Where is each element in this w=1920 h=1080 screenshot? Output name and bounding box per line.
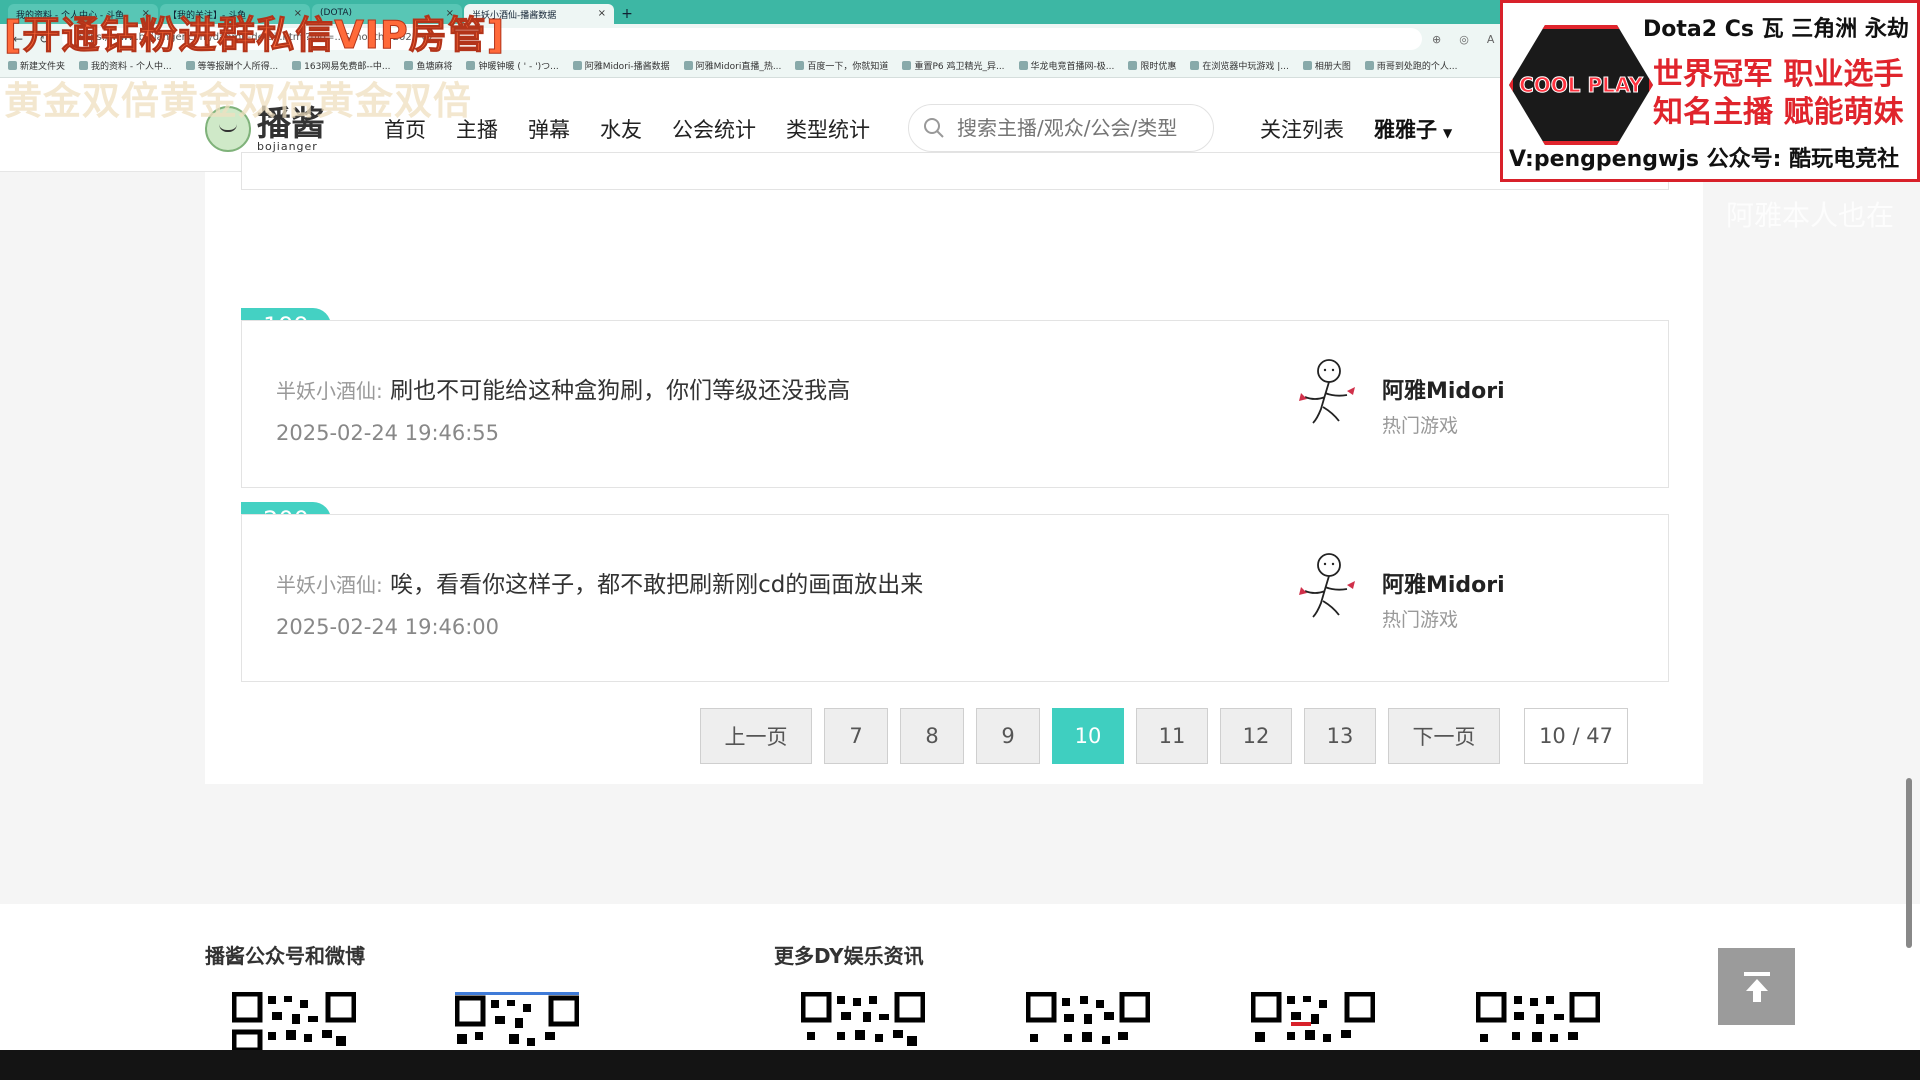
extension-icon[interactable]: ◎ — [1459, 33, 1469, 46]
site-icon — [683, 61, 693, 70]
pagination: 上一页 7 8 9 10 11 12 13 下一页 10 / 47 — [700, 708, 1628, 764]
bookmark-item[interactable]: 钟暖钟暖 ( ' - ')つ... — [466, 59, 559, 72]
page-button[interactable]: 8 — [900, 708, 964, 764]
message-time: 2025-02-24 19:46:00 — [276, 615, 500, 639]
site-icon — [1364, 61, 1374, 70]
streamer-category: 热门游戏 — [1382, 415, 1459, 437]
site-icon — [466, 61, 476, 70]
folder-icon — [8, 61, 17, 70]
site-icon — [902, 61, 912, 70]
taskbar-strip — [0, 1050, 1920, 1080]
close-icon[interactable]: × — [598, 8, 606, 20]
site-icon — [404, 61, 414, 70]
bookmark-item[interactable]: 阿雅Midori直播_热... — [683, 59, 781, 72]
site-icon — [1018, 61, 1028, 70]
bookmark-item[interactable]: 限时优惠 — [1128, 59, 1176, 72]
qr-code-icon — [801, 992, 925, 1046]
username: 雅雅子 — [1374, 118, 1437, 142]
site-icon — [292, 61, 302, 70]
list-item: 半妖小酒仙: 刷也不可能给这种盒狗刷，你们等级还没我高 2025-02-24 1… — [241, 320, 1669, 488]
read-aloud-icon[interactable]: A — [1487, 33, 1495, 46]
danmu-list: 199 半妖小酒仙: 刷也不可能给这种盒狗刷，你们等级还没我高 2025-02-… — [205, 152, 1703, 784]
back-to-top-button[interactable] — [1718, 948, 1795, 1025]
page-button[interactable]: 9 — [976, 708, 1040, 764]
bookmark-item[interactable]: 相册大图 — [1302, 59, 1351, 72]
list-item: 半妖小酒仙: 唉，看看你这样子，都不敢把刷新刚cd的画面放出来 2025-02-… — [241, 514, 1669, 682]
promo-contact: V:pengpengwjs 公众号: 酷玩电竞社 — [1509, 147, 1900, 172]
site-icon — [1190, 61, 1200, 70]
nav-fans[interactable]: 水友 — [600, 114, 642, 144]
overlay-promo-panel: COOL PLAY Dota2 Cs 瓦 三角洲 永劫 世界冠军 职业选手 知名… — [1500, 0, 1920, 182]
streamer-avatar[interactable] — [1295, 551, 1367, 621]
search-box[interactable] — [908, 104, 1214, 152]
overlay-gold-banner: 黄金双倍黄金双倍黄金双倍 — [4, 79, 473, 123]
streamer-category: 热门游戏 — [1382, 609, 1459, 631]
bookmark-item[interactable]: 阿雅Midori-播酱数据 — [572, 59, 670, 72]
caret-down-icon: ▼ — [1443, 126, 1453, 140]
new-tab-button[interactable]: + — [616, 4, 638, 24]
qr-code-icon — [232, 992, 356, 1050]
coolplay-logo: COOL PLAY — [1509, 25, 1653, 145]
site-icon — [795, 61, 805, 70]
qr-code-icon — [1026, 992, 1150, 1044]
message-text: 唉，看看你这样子，都不敢把刷新刚cd的画面放出来 — [390, 572, 924, 598]
promo-tagline-2: 知名主播 赋能萌妹 — [1653, 95, 1904, 130]
logo-subtext: bojianger — [257, 139, 318, 153]
page-viewport: 播酱 bojianger 首页 主播 弹幕 水友 公会统计 类型统计 关注列表 … — [0, 78, 1920, 1050]
page-button[interactable]: 13 — [1304, 708, 1376, 764]
message: 半妖小酒仙: 唉，看看你这样子，都不敢把刷新刚cd的画面放出来 — [276, 565, 923, 599]
bookmark-item[interactable]: 百度一下，你就知道 — [795, 59, 888, 72]
streamer-name[interactable]: 阿雅Midori — [1382, 373, 1505, 405]
page-indicator: 10 / 47 — [1524, 708, 1628, 764]
site-footer: 播酱公众号和微博 更多DY娱乐资讯 — [0, 904, 1920, 1050]
zoom-icon[interactable]: ⊕ — [1432, 33, 1441, 46]
site-icon — [79, 61, 89, 70]
nav-danmu[interactable]: 弹幕 — [528, 114, 570, 144]
bookmark-item[interactable]: 在浏览器中玩游戏 |... — [1190, 59, 1289, 72]
search-input[interactable] — [957, 116, 1197, 140]
qr-code-icon — [455, 992, 579, 1046]
overlay-vip-banner: [开通钻粉进群私信VIP房管] — [3, 13, 506, 58]
scrollbar-thumb[interactable] — [1906, 778, 1912, 948]
message-time: 2025-02-24 19:46:55 — [276, 421, 500, 445]
footer-title-more: 更多DY娱乐资讯 — [774, 944, 924, 968]
site-icon — [1302, 61, 1312, 70]
list-item-previous — [241, 152, 1669, 190]
promo-games: Dota2 Cs 瓦 三角洲 永劫 — [1643, 17, 1909, 42]
nav-guild-stats[interactable]: 公会统计 — [672, 114, 756, 144]
nav-category-stats[interactable]: 类型统计 — [786, 114, 870, 144]
overlay-note: 阿雅本人也在 — [1726, 199, 1895, 232]
follow-list-link[interactable]: 关注列表 — [1260, 114, 1344, 144]
bookmark-item[interactable]: 雨哥到处跑的个人... — [1364, 59, 1458, 72]
search-icon — [924, 118, 944, 138]
footer-title-official: 播酱公众号和微博 — [205, 944, 365, 968]
promo-logo-text: COOL PLAY — [1519, 73, 1644, 98]
streamer-avatar[interactable] — [1295, 357, 1367, 427]
arrow-up-icon — [1743, 971, 1770, 1002]
bookmark-item[interactable]: 华龙电竞首播网-极... — [1018, 59, 1114, 72]
site-icon — [185, 61, 195, 70]
sender-name: 半妖小酒仙: — [276, 379, 383, 403]
message-text: 刷也不可能给这种盒狗刷，你们等级还没我高 — [390, 378, 851, 404]
prev-page-button[interactable]: 上一页 — [700, 708, 812, 764]
message: 半妖小酒仙: 刷也不可能给这种盒狗刷，你们等级还没我高 — [276, 371, 850, 405]
site-icon — [1128, 61, 1138, 70]
page-scrollbar[interactable] — [1904, 78, 1914, 1050]
next-page-button[interactable]: 下一页 — [1388, 708, 1500, 764]
page-button[interactable]: 7 — [824, 708, 888, 764]
page-button[interactable]: 11 — [1136, 708, 1208, 764]
current-page-button[interactable]: 10 — [1052, 708, 1124, 764]
site-icon — [572, 61, 582, 70]
user-menu[interactable]: 雅雅子 ▼ — [1374, 114, 1452, 144]
sender-name: 半妖小酒仙: — [276, 573, 383, 597]
bookmark-item[interactable]: 重置P6 鸡卫精光_异... — [902, 59, 1005, 72]
page-button[interactable]: 12 — [1220, 708, 1292, 764]
streamer-name[interactable]: 阿雅Midori — [1382, 567, 1505, 599]
qr-code-icon — [1476, 992, 1600, 1042]
qr-code-icon — [1251, 992, 1375, 1042]
